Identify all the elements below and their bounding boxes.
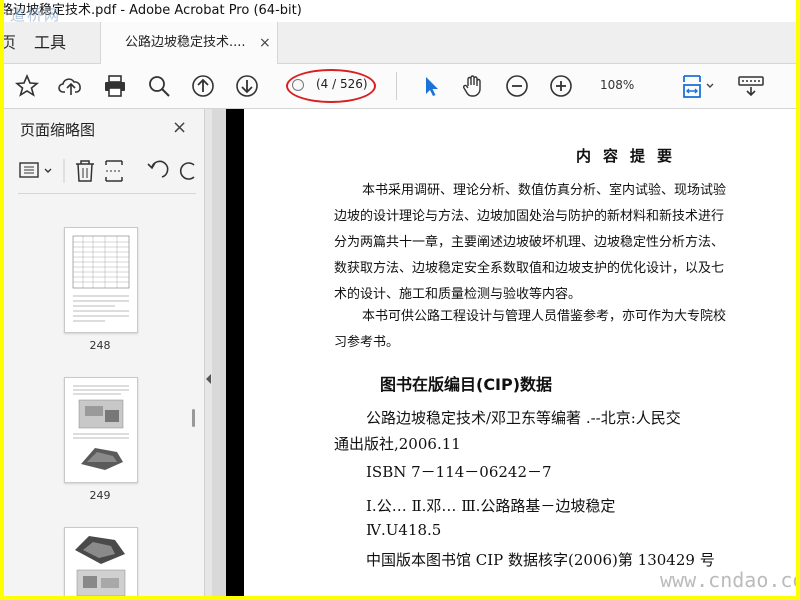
star-icon[interactable] — [14, 73, 40, 99]
page-edge-shadow — [226, 109, 244, 596]
cloud-upload-icon[interactable] — [58, 73, 84, 99]
tab-document-label: 公路边坡稳定技术.... — [125, 35, 246, 50]
document-view[interactable]: 内容提要 本书采用调研、理论分析、数值仿真分析、室内试验、现场试验 边坡的设计理… — [212, 109, 796, 596]
tab-document[interactable]: 公路边坡稳定技术.... × — [100, 22, 278, 64]
fit-page-icon[interactable] — [680, 73, 720, 99]
cip-line: 公路边坡稳定技术/邓卫东等编著 .--北京:人民交 — [366, 409, 681, 427]
page-thumbnail[interactable] — [64, 377, 138, 483]
panel-title: 页面缩略图 — [20, 121, 96, 139]
title-bar: 路边坡稳定技术.pdf - Adobe Acrobat Pro (64-bit) — [4, 0, 796, 23]
print-icon[interactable] — [102, 73, 128, 99]
tab-bar: 页 工具 公路边坡稳定技术.... × — [4, 22, 796, 64]
options-menu-icon[interactable] — [19, 162, 52, 178]
tab-home-partial[interactable]: 页 — [4, 22, 16, 63]
select-arrow-icon[interactable] — [418, 73, 444, 99]
tab-close-icon[interactable]: × — [259, 22, 271, 64]
cip-line: 中国版本图书馆 CIP 数据核字(2006)第 130429 号 — [366, 551, 715, 569]
rotate-right-icon[interactable] — [179, 162, 195, 180]
summary-line: 边坡的设计理论与方法、边坡加固处治与防护的新材料和新技术进行 — [334, 209, 725, 224]
zoom-search-icon[interactable] — [146, 73, 172, 99]
summary-line: 分为两篇共十一章，主要阐述边坡破坏机理、边坡稳定性分析方法、 — [334, 235, 725, 250]
toolbar: (4 / 526) 108% — [4, 64, 796, 109]
red-annotation-ellipse — [286, 69, 376, 103]
cip-line: Ⅳ.U418.5 — [366, 521, 442, 539]
extract-pages-icon[interactable] — [105, 160, 123, 182]
thumbnails-panel: 页面缩略图 × 248 249 — [4, 109, 204, 596]
summary-line: 数获取方法、边坡稳定安全系数取值和边坡支护的优化设计，以及七 — [334, 261, 725, 276]
summary-line: 术的设计、施工和质量检测与验收等内容。 — [334, 287, 582, 302]
page-down-icon[interactable] — [234, 73, 260, 99]
page-thumbnail[interactable] — [64, 227, 138, 333]
cip-title: 图书在版编目(CIP)数据 — [380, 375, 553, 394]
zoom-in-icon[interactable] — [548, 73, 574, 99]
page-thumbnail[interactable] — [64, 527, 138, 596]
zoom-level[interactable]: 108% — [600, 78, 634, 92]
summary-line: 本书采用调研、理论分析、数值仿真分析、室内试验、现场试验 — [362, 183, 727, 198]
toolbar-divider — [396, 72, 397, 100]
cip-line: Ⅰ.公… Ⅱ.邓… Ⅲ.公路路基－边坡稳定 — [366, 497, 616, 515]
tab-tools-label: 工具 — [34, 33, 67, 52]
rotate-left-icon[interactable] — [147, 160, 169, 178]
cip-line: 通出版社,2006.11 — [334, 435, 461, 453]
panel-toolbar — [18, 157, 198, 185]
tab-tools[interactable]: 页 工具 — [4, 22, 96, 63]
collapse-panel-icon[interactable] — [206, 374, 211, 384]
page-thumbnail-label: 249 — [89, 489, 111, 502]
panel-divider — [18, 193, 196, 194]
cip-line: ISBN 7－114－06242－7 — [366, 463, 552, 481]
panel-close-icon[interactable]: × — [172, 117, 187, 138]
summary-line: 本书可供公路工程设计与管理人员借鉴参考，亦可作为大专院校 — [362, 309, 727, 324]
panel-scrollbar-thumb[interactable] — [192, 409, 195, 427]
pdf-page: 内容提要 本书采用调研、理论分析、数值仿真分析、室内试验、现场试验 边坡的设计理… — [226, 109, 796, 596]
panel-scrollbar[interactable] — [190, 209, 198, 596]
hand-icon[interactable] — [460, 73, 486, 99]
keyboard-icon[interactable] — [736, 73, 766, 99]
page-up-icon[interactable] — [190, 73, 216, 99]
zoom-out-icon[interactable] — [504, 73, 530, 99]
acrobat-window: 路边坡稳定技术.pdf - Adobe Acrobat Pro (64-bit)… — [4, 0, 796, 596]
summary-line: 习参考书。 — [334, 335, 400, 350]
watermark-bottom: www.cndao.com — [660, 568, 796, 592]
delete-page-icon[interactable] — [76, 160, 94, 182]
summary-heading: 内容提要 — [576, 147, 685, 165]
page-number-field[interactable]: (4 / 526) — [286, 69, 376, 103]
page-thumbnail-label: 248 — [89, 339, 111, 352]
